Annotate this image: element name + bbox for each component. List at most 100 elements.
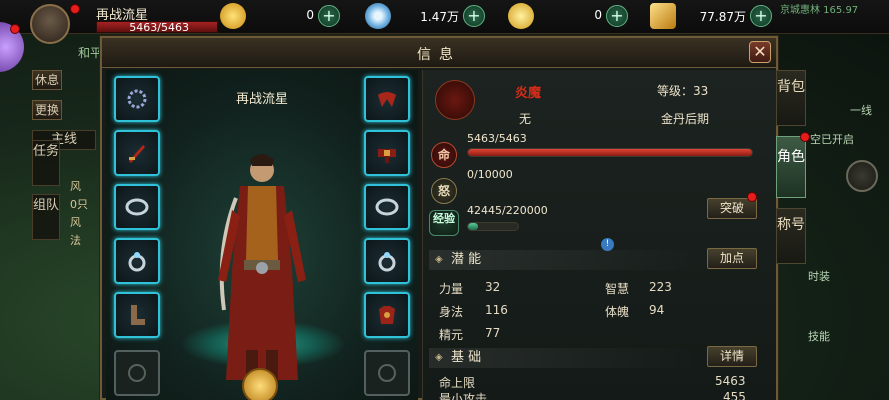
target-icon[interactable] bbox=[846, 160, 878, 192]
attr-name: 体魄 bbox=[605, 305, 630, 319]
character-model bbox=[218, 154, 306, 384]
attr-name: 身法 bbox=[439, 305, 464, 319]
player-avatar[interactable] bbox=[30, 4, 70, 44]
rest-button[interactable]: 休息 bbox=[32, 70, 62, 90]
equip-slot-left-1[interactable] bbox=[114, 76, 160, 122]
add-ingot-button[interactable]: + bbox=[750, 5, 772, 27]
resource-coin-value: 0 bbox=[594, 8, 602, 22]
side-label[interactable]: 一线 bbox=[850, 102, 872, 118]
details-button[interactable]: 详情 bbox=[707, 346, 757, 367]
swirl-currency-icon bbox=[220, 3, 246, 29]
fashion-label[interactable]: 时装 bbox=[808, 268, 830, 284]
red-belt-icon bbox=[378, 149, 396, 163]
resource-ingot-value: 77.87万 bbox=[699, 10, 746, 24]
resource-swirl-value: 0 bbox=[306, 8, 314, 22]
attr-name: 力量 bbox=[439, 282, 464, 296]
title-badge: 炎魔 bbox=[515, 86, 542, 101]
equip-slot-left-2[interactable] bbox=[114, 130, 160, 176]
hp-icon: 命 bbox=[431, 142, 457, 168]
red-scarf-icon bbox=[378, 92, 396, 107]
breakthrough-notification-dot bbox=[747, 192, 757, 202]
gold-emblem-icon[interactable] bbox=[242, 368, 278, 400]
potential-section-header: ◈ 潜 能 bbox=[429, 250, 699, 270]
notification-dot bbox=[10, 24, 20, 34]
empty-slot-icon bbox=[128, 364, 146, 382]
gold-coin-icon bbox=[508, 3, 534, 29]
attr-name: 精元 bbox=[439, 328, 464, 342]
attr-value: 223 bbox=[649, 280, 672, 294]
quest-item[interactable]: 0只 bbox=[70, 196, 88, 212]
attr-value: 116 bbox=[485, 303, 508, 317]
switch-button[interactable]: 更换 bbox=[32, 100, 62, 120]
add-coin-button[interactable]: + bbox=[606, 5, 628, 27]
diamond-icon: ◈ bbox=[435, 352, 443, 363]
notification-dot bbox=[70, 4, 80, 14]
equip-slot-right-2[interactable] bbox=[364, 130, 410, 176]
realm-value: 金丹后期 bbox=[661, 112, 710, 126]
sect-value: 无 bbox=[519, 112, 532, 126]
boots-icon bbox=[131, 305, 145, 325]
hp-text: 5463/5463 bbox=[467, 132, 527, 145]
map-location-text: 京城惠林 165.97 bbox=[780, 5, 859, 16]
side-label[interactable]: 空已开启 bbox=[810, 131, 854, 147]
equip-slot-left-5[interactable] bbox=[114, 292, 160, 338]
tab-team[interactable]: 组队 bbox=[32, 194, 60, 240]
equip-slot-right-1[interactable] bbox=[364, 76, 410, 122]
potential-header-text: 潜 能 bbox=[451, 252, 482, 267]
character-panel: 再战流星 bbox=[106, 70, 418, 400]
silver-ring-icon bbox=[378, 252, 396, 272]
equip-slot-left-4[interactable] bbox=[114, 238, 160, 284]
exp-bar bbox=[467, 222, 519, 231]
skill-label[interactable]: 技能 bbox=[808, 328, 830, 344]
dialog-header: 信息 ✕ bbox=[102, 38, 776, 68]
silver-bracelet-icon bbox=[375, 198, 399, 216]
add-points-button[interactable]: 加点 bbox=[707, 248, 757, 269]
equip-slot-right-3[interactable] bbox=[364, 184, 410, 230]
top-status-bar: 5463/5463 再战流星 0 + 1.47万 + 0 + 77.87万 + … bbox=[0, 0, 889, 34]
red-armor-icon bbox=[379, 306, 395, 324]
notification-dot bbox=[800, 132, 810, 142]
attr-value: 94 bbox=[649, 303, 665, 317]
quest-item[interactable]: 风 bbox=[70, 178, 81, 194]
player-name: 再战流星 bbox=[96, 8, 149, 23]
tab-backpack[interactable]: 背包 bbox=[776, 70, 806, 126]
jade-ring-icon bbox=[365, 3, 391, 29]
equip-slot-right-6[interactable] bbox=[364, 350, 410, 396]
silver-bracelet-icon bbox=[125, 198, 149, 216]
resource-jade-value: 1.47万 bbox=[420, 10, 459, 24]
quest-item[interactable]: 风 bbox=[70, 214, 81, 230]
tab-title[interactable]: 称号 bbox=[776, 208, 806, 264]
tab-quest[interactable]: 任务 bbox=[32, 140, 60, 186]
attr-name: 命上限 bbox=[439, 376, 476, 390]
equip-slot-left-6[interactable] bbox=[114, 350, 160, 396]
basic-header-text: 基 础 bbox=[451, 350, 482, 365]
rage-icon: 怒 bbox=[431, 178, 457, 204]
demon-emblem-icon bbox=[435, 80, 475, 120]
red-weapon-icon bbox=[129, 145, 145, 163]
attr-value: 32 bbox=[485, 280, 501, 294]
attr-value: 5463 bbox=[715, 374, 746, 388]
equip-slot-right-4[interactable] bbox=[364, 238, 410, 284]
tab-character[interactable]: 角色 bbox=[776, 136, 806, 198]
attr-value: 455 bbox=[723, 390, 746, 400]
resource-ingot: 77.87万 + bbox=[650, 3, 778, 29]
attr-name: 最小攻击 bbox=[439, 392, 488, 400]
empty-slot-icon bbox=[378, 364, 396, 382]
exp-text: 42445/220000 bbox=[467, 204, 548, 217]
gold-ingot-icon bbox=[650, 3, 676, 29]
resource-swirl: 0 + bbox=[220, 3, 345, 29]
rage-text: 0/10000 bbox=[467, 168, 513, 181]
equip-slot-right-5[interactable] bbox=[364, 292, 410, 338]
resource-coin: 0 + bbox=[508, 3, 633, 29]
info-panel: 炎魔 等级：33 无 金丹后期 命 5463/5463 怒 0/10000 经验… bbox=[422, 70, 776, 400]
add-swirl-button[interactable]: + bbox=[318, 5, 340, 27]
equip-slot-left-3[interactable] bbox=[114, 184, 160, 230]
add-jade-button[interactable]: + bbox=[463, 5, 485, 27]
attr-name: 智慧 bbox=[605, 282, 630, 296]
info-dialog: 信息 ✕ 再战流星 炎魔 等级：33 无 金丹后期 命 5463/5463 怒 … bbox=[100, 36, 778, 400]
quest-item[interactable]: 法 bbox=[70, 232, 81, 248]
exp-icon: 经验 bbox=[429, 210, 459, 236]
basic-section-header: ◈ 基 础 bbox=[429, 348, 699, 368]
peace-mode-label: 和平 bbox=[78, 46, 103, 60]
close-button[interactable]: ✕ bbox=[749, 41, 771, 63]
